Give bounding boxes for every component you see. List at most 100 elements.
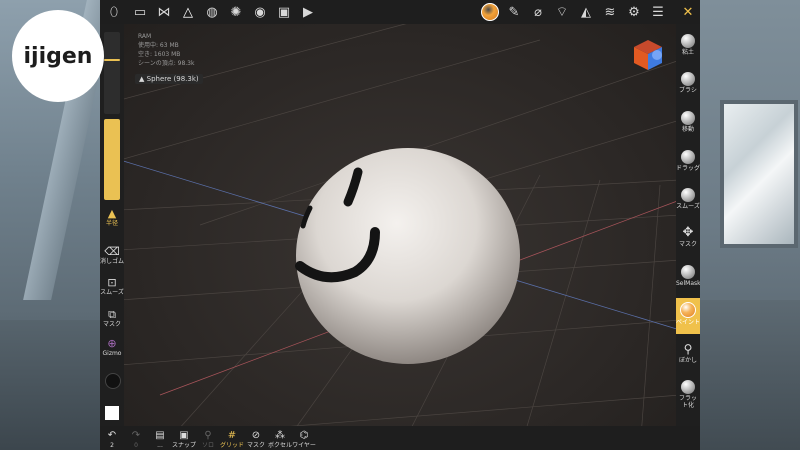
primary-color-swatch[interactable] bbox=[105, 373, 121, 389]
ijigen-logo: ijigen bbox=[12, 10, 104, 102]
topology-icon[interactable]: △ bbox=[176, 0, 200, 24]
layers-icon[interactable]: ≋ bbox=[598, 0, 622, 24]
nomad-sculpt-viewport[interactable]: ⬯ ▭ ⋈ △ ◍ ✺ ◉ ▣ ▶ ✎ ⌀ ⌔ ◭ ≋ ⚙ ☰ ✕ RAM 使用… bbox=[100, 0, 700, 450]
mask-visibility-button[interactable]: ⊘ マスク bbox=[244, 430, 268, 449]
selmask-tool[interactable]: SelMask bbox=[676, 265, 700, 287]
blur-icon: ⚲ bbox=[683, 342, 693, 356]
brush-label: ブラシ bbox=[679, 87, 697, 94]
move-label: 移動 bbox=[681, 126, 694, 133]
drag-icon bbox=[681, 150, 695, 164]
gear-icon[interactable]: ⚙ bbox=[622, 0, 646, 24]
memory-stats: RAM 使用中: 63 MB 空き: 1603 MB シーンの頂点: 98.3k bbox=[138, 32, 194, 68]
wireframe-icon: ⌬ bbox=[299, 430, 309, 441]
eraser-icon: ⌫ bbox=[104, 245, 120, 258]
selmask-icon bbox=[681, 265, 695, 279]
ram-free: 空き: 1603 MB bbox=[138, 51, 181, 58]
smooth-brush-tool[interactable]: スムーズ bbox=[676, 188, 700, 210]
paint-tool[interactable]: ペイント bbox=[676, 298, 700, 334]
eraser-tool[interactable]: ⌫ 消しゴム bbox=[100, 245, 125, 266]
secondary-color-swatch[interactable] bbox=[105, 406, 119, 420]
render-settings-icon[interactable]: ◉ bbox=[248, 0, 272, 24]
move-tool[interactable]: 移動 bbox=[676, 111, 700, 133]
mask-brush-tool[interactable]: ✥ マスク bbox=[676, 225, 700, 249]
top-toolbar: ⬯ ▭ ⋈ △ ◍ ✺ ◉ ▣ ▶ ✎ ⌀ ⌔ ◭ ≋ ⚙ ☰ ✕ bbox=[100, 0, 700, 24]
bookmark-button[interactable]: ▤... bbox=[148, 430, 172, 449]
mask-tool[interactable]: ⧉ マスク bbox=[100, 308, 124, 329]
snap-label: スナップ bbox=[172, 442, 197, 449]
redo-count: 0 bbox=[134, 442, 138, 449]
scene-vertices: シーンの頂点: 98.3k bbox=[138, 60, 195, 67]
smooth-label: スムーズ bbox=[100, 289, 124, 296]
brush-icon bbox=[681, 72, 695, 86]
mask-visibility-label: マスク bbox=[246, 442, 265, 449]
concrete-floor-right bbox=[700, 300, 800, 450]
smooth-brush-label: スムーズ bbox=[676, 203, 700, 210]
left-toolbar: ▲ 半径 ⌫ 消しゴム ⊡ スムーズ ⧉ マスク ⊕ Gizmo bbox=[100, 24, 124, 450]
mask-brush-icon: ✥ bbox=[682, 225, 694, 240]
image-icon[interactable]: ▣ bbox=[272, 0, 296, 24]
redo-icon: ↷ bbox=[131, 430, 141, 441]
clay-label: 粘土 bbox=[681, 49, 694, 56]
ram-label: RAM bbox=[138, 33, 152, 40]
gizmo-tool[interactable]: ⊕ Gizmo bbox=[100, 338, 124, 358]
paint-ball-icon[interactable] bbox=[478, 0, 502, 24]
mask-icon: ⧉ bbox=[108, 308, 116, 321]
globe-icon[interactable]: ◍ bbox=[200, 0, 224, 24]
eraser-label: 消しゴム bbox=[100, 258, 125, 265]
blur-tool[interactable]: ⚲ ぼかし bbox=[676, 342, 700, 364]
flatten-tool[interactable]: フラット化 bbox=[676, 380, 700, 409]
wireframe-button[interactable]: ⌬ ワイヤー bbox=[292, 430, 316, 449]
scene-graph-icon[interactable]: ⋈ bbox=[152, 0, 176, 24]
snap-button[interactable]: ▣ スナップ bbox=[172, 430, 196, 449]
pencil-icon[interactable]: ✎ bbox=[502, 0, 526, 24]
clay-tool[interactable]: 粘土 bbox=[676, 34, 700, 56]
undo-button[interactable]: ↶ 2 bbox=[100, 430, 124, 449]
ram-used: 使用中: 63 MB bbox=[138, 42, 179, 49]
eyedropper-icon[interactable]: ⌀ bbox=[526, 0, 550, 24]
search-icon: ⚲ bbox=[204, 430, 212, 441]
bottom-toolbar: ↶ 2 ↷ 0 ▤... ▣ スナップ ⚲ ソロ # グリッド ⊘ マスク ⁂ ボクセル ⌬ ワ… bbox=[100, 426, 700, 450]
background-right bbox=[700, 0, 800, 450]
mask-brush-label: マスク bbox=[678, 241, 697, 248]
right-toolbar: 粘土 ブラシ 移動 ドラッグ スムーズ ✥ マスク SelMask ペイント ⚲ ぼ… bbox=[676, 24, 700, 450]
intensity-slider-fill bbox=[104, 119, 120, 200]
paint-label: ペイント bbox=[676, 319, 700, 326]
radius-slider[interactable] bbox=[104, 32, 120, 114]
orientation-cube[interactable] bbox=[631, 38, 665, 72]
flatten-icon bbox=[681, 380, 695, 394]
redo-button[interactable]: ↷ 0 bbox=[124, 430, 148, 449]
eye-slash-icon: ⊘ bbox=[251, 430, 261, 441]
paint-bucket-icon[interactable]: ⌔ bbox=[550, 0, 574, 24]
bookmark-label: ... bbox=[157, 442, 163, 449]
radius-toggle[interactable]: ▲ 半径 bbox=[100, 208, 124, 228]
bookmark-icon: ▤ bbox=[155, 430, 165, 441]
drag-tool[interactable]: ドラッグ bbox=[676, 150, 700, 172]
tools-icon[interactable]: ✕ bbox=[676, 0, 700, 24]
solo-button[interactable]: ⚲ ソロ bbox=[196, 430, 220, 449]
logo-text: ijigen bbox=[23, 43, 93, 69]
grid-label: グリッド bbox=[220, 442, 245, 449]
voxel-button[interactable]: ⁂ ボクセル bbox=[268, 430, 292, 449]
drag-label: ドラッグ bbox=[676, 165, 700, 172]
eye-dropper-icon[interactable]: ⬯ bbox=[102, 0, 126, 24]
grid-button[interactable]: # グリッド bbox=[220, 430, 244, 449]
object-label[interactable]: ▲ Sphere (98.3k) bbox=[135, 74, 203, 84]
smooth-brush-icon bbox=[681, 188, 695, 202]
video-icon[interactable]: ▶ bbox=[296, 0, 320, 24]
paint-icon bbox=[680, 302, 696, 318]
sliders-icon[interactable]: ☰ bbox=[646, 0, 670, 24]
smooth-tool[interactable]: ⊡ スムーズ bbox=[100, 276, 124, 297]
triangle-icon[interactable]: ◭ bbox=[574, 0, 598, 24]
camera-icon: ▣ bbox=[179, 430, 189, 441]
undo-icon: ↶ bbox=[107, 430, 117, 441]
intensity-slider[interactable] bbox=[104, 119, 120, 200]
folder-icon[interactable]: ▭ bbox=[128, 0, 152, 24]
flatten-label: フラット化 bbox=[678, 395, 697, 409]
wireframe-label: ワイヤー bbox=[292, 442, 316, 449]
brush-tool[interactable]: ブラシ bbox=[676, 72, 700, 94]
mask-label: マスク bbox=[102, 321, 121, 328]
move-icon bbox=[681, 111, 695, 125]
triangle-icon-small: ▲ bbox=[139, 75, 145, 83]
smooth-icon: ⊡ bbox=[107, 276, 117, 289]
sun-icon[interactable]: ✺ bbox=[224, 0, 248, 24]
